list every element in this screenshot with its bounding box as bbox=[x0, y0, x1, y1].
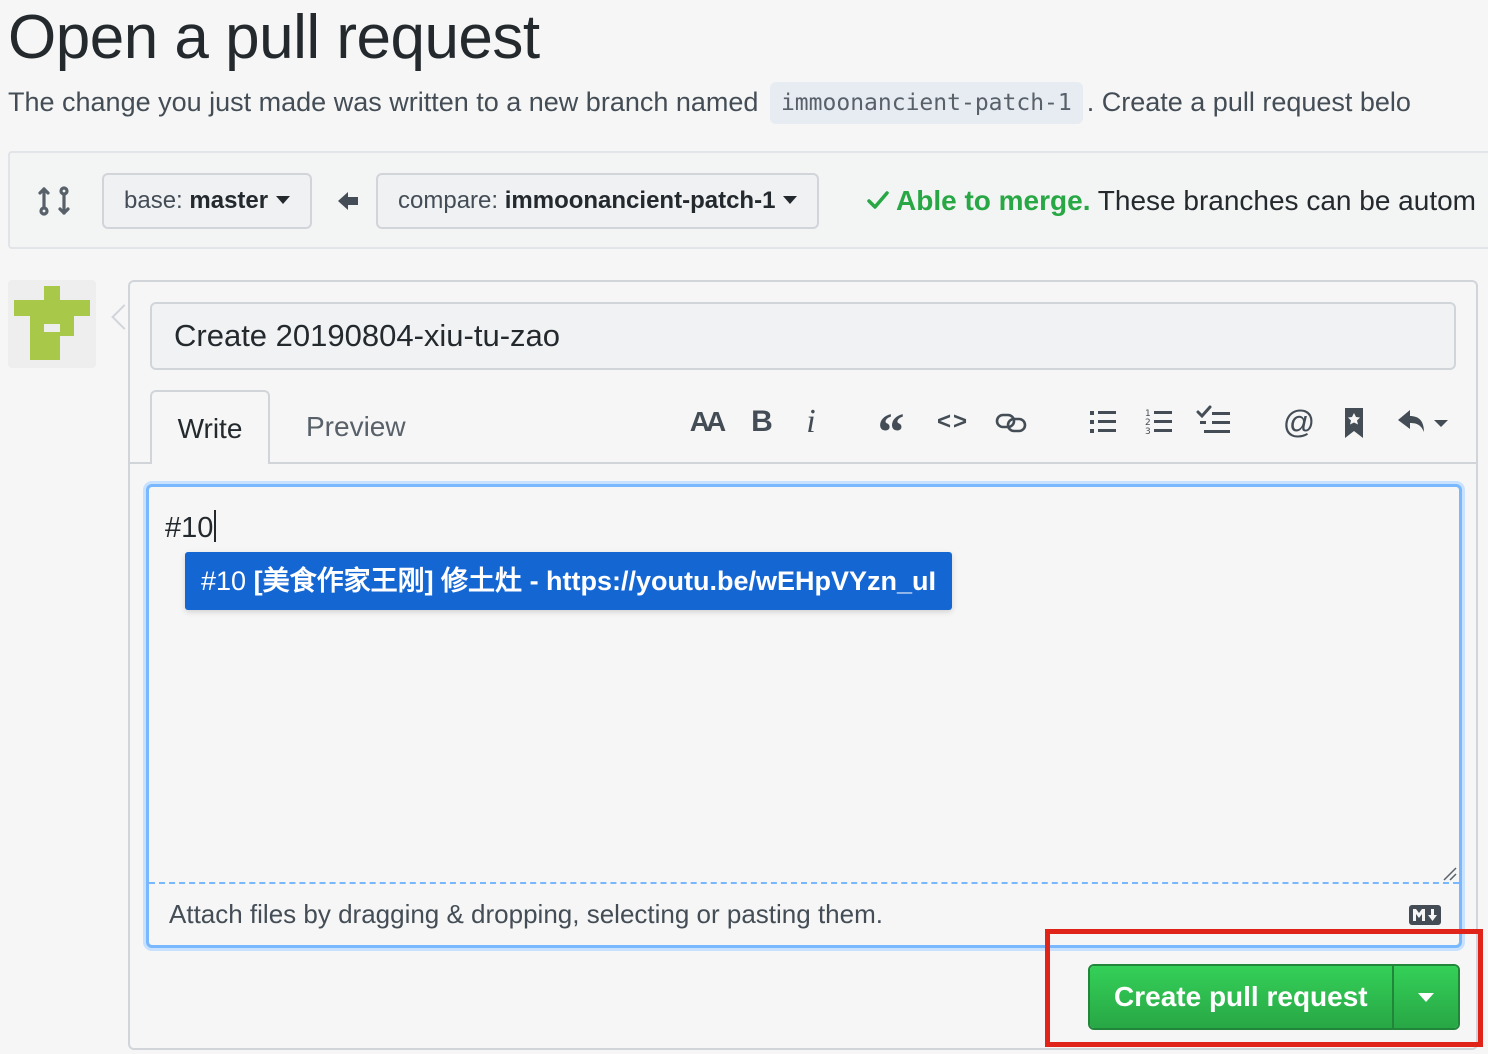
attach-files-hint[interactable]: Attach files by dragging & dropping, sel… bbox=[169, 895, 883, 933]
markdown-icon[interactable] bbox=[1409, 905, 1441, 925]
submit-options-dropdown[interactable] bbox=[1391, 966, 1458, 1028]
text-cursor bbox=[214, 510, 217, 542]
tab-write[interactable]: Write bbox=[150, 390, 270, 464]
merge-ok-text: Able to merge. bbox=[896, 185, 1091, 216]
link-icon[interactable] bbox=[994, 402, 1028, 442]
chevron-down-icon bbox=[783, 196, 798, 204]
compare-label: compare: bbox=[398, 187, 499, 214]
saved-reply-icon[interactable] bbox=[1342, 402, 1366, 442]
page-subtitle: The change you just made was written to … bbox=[8, 82, 1411, 124]
pull-request-form: Create 20190804-xiu-tu-zao Write Preview… bbox=[128, 280, 1478, 1050]
editor-divider bbox=[149, 882, 1459, 884]
compare-bar: base: master compare: immoonancient-patc… bbox=[8, 151, 1488, 249]
tab-preview[interactable]: Preview bbox=[282, 390, 430, 464]
base-label: base: bbox=[124, 187, 183, 214]
quote-icon[interactable]: “ bbox=[874, 402, 908, 462]
italic-icon[interactable]: i bbox=[800, 402, 822, 442]
issue-suggestion-item[interactable]: #10 [美食作家王刚] 修土灶 - https://youtu.be/wEHp… bbox=[185, 552, 953, 610]
svg-text:3: 3 bbox=[1145, 427, 1151, 437]
chevron-down-icon bbox=[1417, 992, 1434, 1002]
git-compare-icon bbox=[38, 186, 70, 216]
subtitle-text-end: . Create a pull request belo bbox=[1086, 87, 1411, 117]
ordered-list-icon[interactable]: 1 2 3 bbox=[1144, 402, 1174, 442]
bold-icon[interactable]: B bbox=[748, 402, 776, 442]
unordered-list-icon[interactable] bbox=[1088, 402, 1118, 442]
compare-branch-select[interactable]: compare: immoonancient-patch-1 bbox=[376, 173, 820, 229]
code-icon[interactable]: <> bbox=[936, 402, 970, 442]
suggestion-text: [美食作家王刚] 修土灶 - https://youtu.be/wEHpVYzn… bbox=[253, 566, 937, 596]
body-text: #10 bbox=[165, 507, 217, 549]
subtitle-text: The change you just made was written to … bbox=[8, 87, 759, 117]
check-icon bbox=[867, 191, 889, 209]
body-text-value: #10 bbox=[165, 512, 214, 544]
create-pull-request-button[interactable]: Create pull request bbox=[1090, 966, 1392, 1028]
pr-title-input[interactable]: Create 20190804-xiu-tu-zao bbox=[150, 302, 1456, 370]
reply-dropdown-icon[interactable] bbox=[1396, 402, 1450, 442]
task-list-icon[interactable] bbox=[1196, 402, 1232, 442]
branch-name-code: immoonancient-patch-1 bbox=[769, 82, 1083, 124]
arrow-left-icon bbox=[338, 192, 358, 210]
page-title: Open a pull request bbox=[8, 3, 540, 72]
chevron-down-icon bbox=[276, 196, 291, 204]
avatar[interactable] bbox=[8, 280, 96, 368]
base-branch-select[interactable]: base: master bbox=[102, 173, 313, 229]
pr-body-textarea[interactable]: #10 #10 [美食作家王刚] 修土灶 - https://youtu.be/… bbox=[146, 484, 1462, 948]
resize-handle-icon[interactable] bbox=[1441, 865, 1457, 881]
submit-button-group: Create pull request bbox=[1088, 964, 1460, 1030]
merge-detail-text: These branches can be autom bbox=[1097, 185, 1476, 216]
compare-value: immoonancient-patch-1 bbox=[504, 187, 776, 214]
merge-status: Able to merge. These branches can be aut… bbox=[866, 181, 1476, 221]
mention-icon[interactable]: @ bbox=[1282, 402, 1316, 442]
identicon-icon bbox=[14, 286, 90, 360]
base-value: master bbox=[189, 187, 269, 214]
text-size-icon[interactable]: AA bbox=[686, 402, 726, 442]
suggestion-number: #10 bbox=[201, 566, 247, 596]
